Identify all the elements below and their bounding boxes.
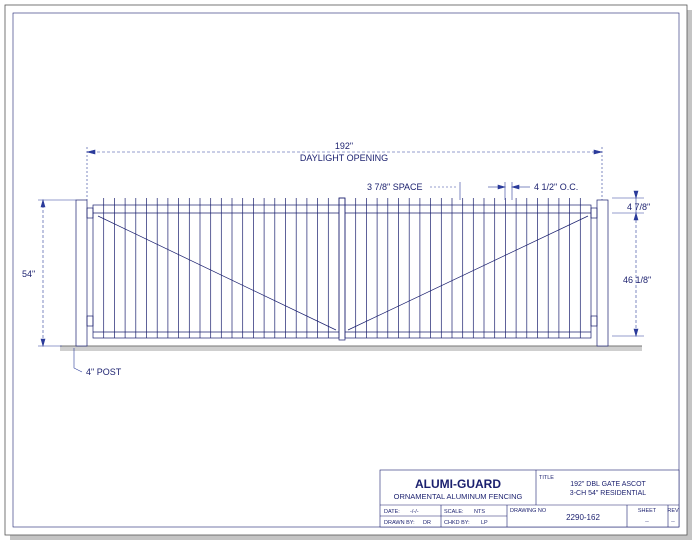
ground-shading [60, 346, 642, 351]
inner-height-label: 46 1/8" [623, 275, 651, 285]
chkd-by-value: LP [481, 520, 488, 526]
post-callout-label: 4" POST [86, 367, 122, 377]
drawn-by-label: DRAWN BY: [384, 520, 415, 526]
sheet-value: -- [645, 519, 649, 525]
scale-label: SCALE: [444, 509, 464, 515]
daylight-opening-label: DAYLIGHT OPENING [300, 153, 388, 163]
date-label: DATE: [384, 509, 400, 515]
fence-drawing-sheet: 192" DAYLIGHT OPENING 3 7/8" SPACE 4 1/2… [4, 4, 692, 540]
date-value: -/-/- [410, 509, 419, 515]
title-line-1: 192" DBL GATE ASCOT [570, 481, 646, 488]
picket-oc-label: 4 1/2" O.C. [534, 182, 578, 192]
picket-space-label: 3 7/8" SPACE [367, 182, 423, 192]
title-line-2: 3-CH 54" RESIDENTIAL [570, 490, 647, 497]
drawn-by-value: DR [423, 520, 431, 526]
drawing-no-label: DRAWING NO [510, 508, 547, 514]
top-offset-label: 4 7/8" [627, 202, 650, 212]
sheet-border [4, 4, 688, 536]
scale-value: NTS [474, 509, 485, 515]
company-tagline: ORNAMENTAL ALUMINUM FENCING [394, 492, 523, 501]
drawing-no-value: 2290-162 [566, 513, 600, 522]
gate-height-label: 54" [22, 269, 35, 279]
left-post [75, 199, 88, 347]
rev-value: -- [671, 519, 675, 525]
company-name: ALUMI-GUARD [415, 477, 501, 491]
rev-label: REV [667, 508, 679, 514]
chkd-by-label: CHKD BY: [444, 520, 470, 526]
title-label: TITLE [539, 475, 554, 481]
right-post [596, 199, 609, 347]
sheet-label: SHEET [638, 508, 657, 514]
daylight-opening-value: 192" [335, 141, 353, 151]
